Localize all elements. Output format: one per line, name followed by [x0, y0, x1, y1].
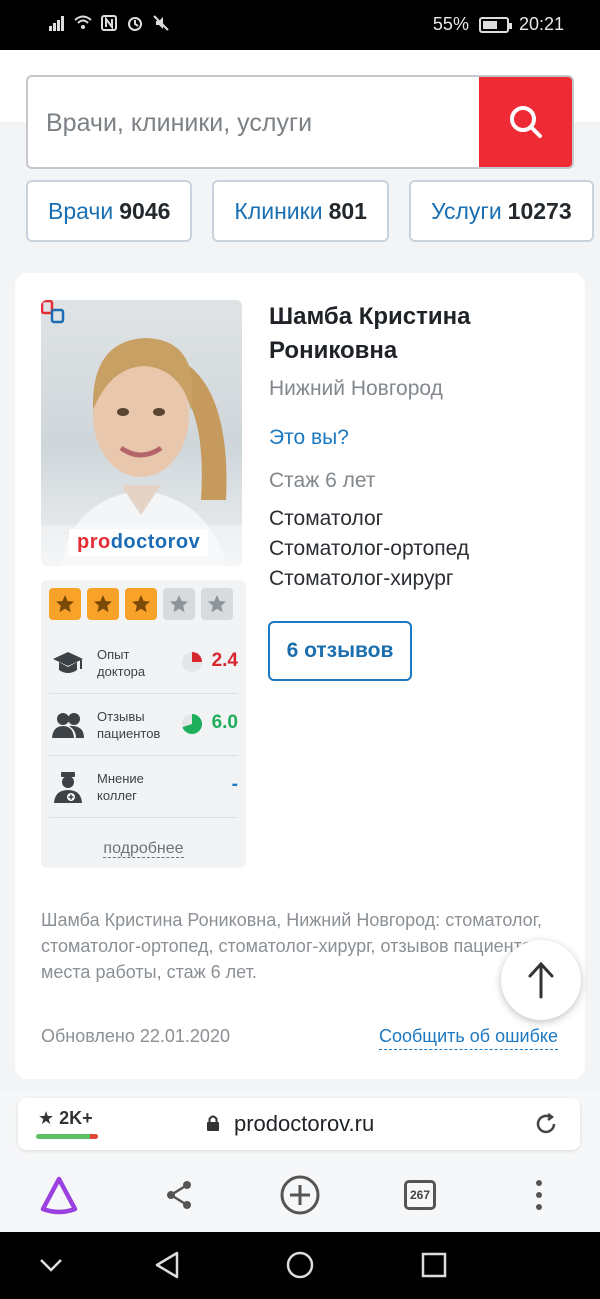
site-rating-bar [36, 1134, 98, 1139]
doctor-city: Нижний Новгород [269, 377, 443, 400]
reviews-button[interactable]: 6 отзывов [268, 621, 412, 681]
menu-button[interactable] [518, 1174, 560, 1216]
chevron-down-icon[interactable] [38, 1250, 64, 1280]
star-filled-icon [87, 588, 119, 620]
doctor-photo[interactable]: prodoctorov [41, 300, 242, 566]
home-icon[interactable] [285, 1250, 315, 1280]
nfc-icon [101, 15, 117, 31]
chip-doctors-count: 9046 [119, 197, 171, 224]
rating-panel: Опыт доктора 2.4 Отзывы пациентов 6.0 Мн… [41, 580, 246, 868]
wifi-icon [74, 15, 92, 29]
chip-services[interactable]: Услуги 10273 [408, 180, 594, 242]
patients-icon [52, 713, 84, 738]
more-link[interactable]: подробнее [41, 840, 246, 858]
share-button[interactable] [158, 1174, 200, 1216]
arrow-up-icon [528, 961, 554, 999]
rating-label-colleagues: Мнение коллег [97, 771, 144, 803]
chip-doctors[interactable]: Врачи 9046 [26, 180, 193, 242]
clock: 20:21 [518, 14, 564, 34]
battery-percent: 55% [432, 14, 469, 34]
alice-assistant-icon [40, 1176, 78, 1215]
chip-services-label: Услуги [430, 197, 502, 224]
recents-icon[interactable] [420, 1250, 448, 1280]
chip-clinics[interactable]: Клиники 801 [212, 180, 389, 242]
assistant-button[interactable] [38, 1174, 80, 1216]
page-content: Врачи9046 Клиники801 Услуги10273 prodoct… [0, 50, 600, 1090]
signal-icon [49, 16, 64, 31]
rating-row-experience: Опыт доктора 2.4 [49, 632, 238, 694]
its-you-link[interactable]: Это вы? [269, 426, 349, 450]
browser-bar: ★ 2K+ prodoctorov.ru 267 [0, 1090, 600, 1232]
rating-row-reviews: Отзывы пациентов 6.0 [49, 694, 238, 756]
doctor-portrait [41, 338, 242, 566]
star-filled-icon [125, 588, 157, 620]
graduation-cap-icon [53, 652, 83, 673]
scroll-to-top-button[interactable] [501, 940, 581, 1020]
mute-icon [153, 15, 169, 31]
site-domain: prodoctorov.ru [234, 1111, 375, 1136]
chip-doctors-label: Врачи [48, 197, 114, 224]
tabs-count: 267 [404, 1180, 436, 1210]
star-empty-icon [201, 588, 233, 620]
chip-clinics-count: 801 [328, 197, 367, 224]
reviews-pie-icon [182, 714, 202, 734]
specialty-item: Стоматолог-ортопед [269, 537, 470, 560]
star-empty-icon [163, 588, 195, 620]
chip-clinics-label: Клиники [234, 197, 323, 224]
new-tab-button[interactable] [279, 1174, 321, 1216]
lock-icon [207, 1115, 219, 1131]
share-icon [167, 1181, 191, 1209]
report-error-link[interactable]: Сообщить об ошибке [378, 1026, 558, 1050]
search-icon [509, 106, 542, 138]
browser-toolbar: 267 [0, 1168, 600, 1222]
search-input[interactable] [46, 103, 466, 143]
site-rating[interactable]: ★ 2K+ [38, 1108, 93, 1129]
star-rating [49, 588, 233, 620]
experience-pie-icon [182, 652, 202, 672]
photo-watermark: prodoctorov [69, 529, 209, 556]
search-bar [26, 75, 574, 169]
status-bar: 55% 20:21 [0, 0, 600, 50]
system-navigation-bar [0, 1232, 600, 1299]
specialty-item: Стоматолог-хирург [269, 567, 454, 590]
rating-value-reviews: 6.0 [211, 712, 238, 733]
doctor-name: Шамба Кристина Рониковна [269, 303, 471, 364]
category-chips: Врачи 9046 Клиники 801 Услуги 10273 [26, 180, 594, 242]
back-icon[interactable] [153, 1250, 181, 1280]
prodoctorov-logo-icon [41, 300, 65, 324]
specialty-list: Стоматолог Стоматолог-ортопед Стоматолог… [269, 504, 469, 594]
doctor-experience: Стаж 6 лет [269, 469, 376, 492]
search-button[interactable] [479, 77, 572, 167]
rating-value-colleagues: - [231, 774, 238, 795]
alarm-icon [128, 17, 142, 31]
more-vertical-icon [536, 1180, 542, 1210]
specialty-item: Стоматолог [269, 507, 384, 530]
star-filled-icon [49, 588, 81, 620]
plus-circle-icon [280, 1175, 320, 1215]
rating-label-reviews: Отзывы пациентов [97, 709, 161, 741]
rating-row-colleagues: Мнение коллег - [49, 756, 238, 818]
rating-label-experience: Опыт доктора [97, 647, 146, 679]
doctor-icon [54, 772, 82, 803]
doctor-card: prodoctorov Опыт доктора 2.4 Отзывы паци… [15, 273, 585, 1079]
doctor-description: Шамба Кристина Рониковна, Нижний Новгоро… [41, 910, 547, 982]
updated-date: Обновлено 22.01.2020 [41, 1026, 230, 1046]
battery-icon [478, 16, 512, 33]
chip-services-count: 10273 [507, 197, 572, 224]
tabs-button[interactable]: 267 [399, 1174, 441, 1216]
address-bar[interactable]: ★ 2K+ prodoctorov.ru [18, 1098, 580, 1150]
reload-icon[interactable] [534, 1112, 558, 1136]
rating-value-experience: 2.4 [211, 650, 238, 671]
